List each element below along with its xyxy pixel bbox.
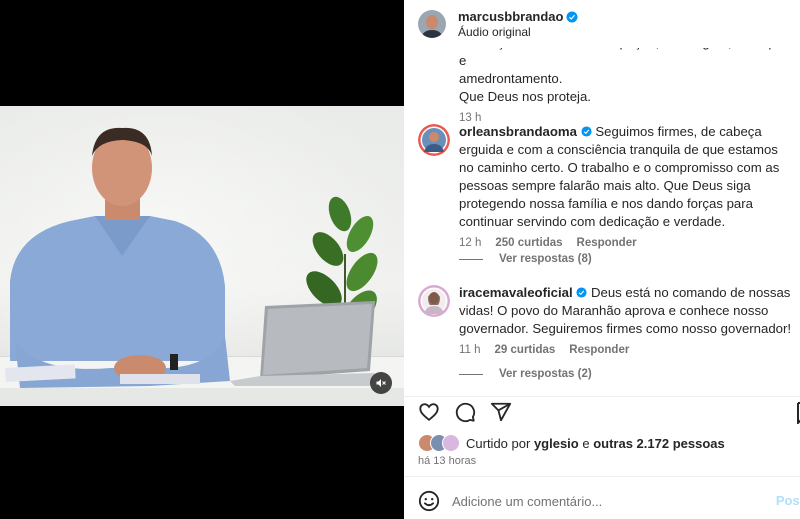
divider: [404, 476, 800, 477]
caption-continuation: JUSTIÇA não admite detur pação, chantage…: [459, 48, 789, 124]
audio-source-link[interactable]: Áudio original: [458, 25, 578, 39]
bookmark-icon[interactable]: [796, 402, 800, 424]
commenter-username[interactable]: iracemavaleoficial: [459, 285, 573, 300]
commenter-username[interactable]: orleansbrandaoma: [459, 124, 577, 139]
view-replies-button[interactable]: Ver respostas (8): [459, 253, 592, 265]
verified-badge-icon: [576, 287, 587, 298]
comment-item: iracemavaleoficial Deus está no comando …: [418, 284, 794, 356]
comment-text: iracemavaleoficial Deus está no comando …: [459, 284, 794, 338]
comments-list[interactable]: JUSTIÇA não admite detur pação, chantage…: [404, 48, 800, 396]
liked-by-prefix: Curtido por: [466, 435, 531, 451]
smiley-icon[interactable]: [418, 490, 440, 512]
add-comment-bar: Post: [418, 488, 800, 514]
media-viewer: [0, 0, 404, 519]
verified-badge-icon: [566, 11, 578, 22]
comment-text: orleansbrandaoma Seguimos firmes, de cab…: [459, 123, 794, 231]
reply-button[interactable]: Responder: [569, 344, 629, 356]
post-timestamp[interactable]: há 13 horas: [418, 455, 476, 467]
caption-line: JUSTIÇA não admite detur pação, chantage…: [459, 48, 786, 68]
post-actions: [418, 400, 798, 424]
author-avatar-image: [418, 10, 446, 38]
comment-item: orleansbrandaoma Seguimos firmes, de cab…: [418, 123, 794, 249]
view-replies-label[interactable]: Ver respostas (8): [499, 253, 592, 265]
comment-likes-count[interactable]: 29 curtidas: [495, 344, 556, 356]
commenter-avatar-image: [418, 124, 450, 156]
speaker-muted-icon: [376, 379, 386, 387]
author-username-text[interactable]: marcusbbrandao: [458, 9, 563, 24]
comment-time: 12 h: [459, 237, 482, 249]
divider: [404, 396, 800, 397]
liked-by-avatars[interactable]: [418, 434, 460, 452]
mute-toggle-button[interactable]: [370, 372, 392, 394]
replies-line: [459, 258, 483, 260]
verified-badge-icon: [581, 126, 592, 137]
commenter-avatar[interactable]: [418, 124, 450, 156]
video-player[interactable]: [0, 106, 404, 406]
heart-icon[interactable]: [418, 401, 440, 423]
comment-likes-count[interactable]: 250 curtidas: [495, 237, 562, 249]
commenter-avatar-image: [418, 285, 450, 317]
replies-line: [459, 373, 483, 375]
likes-summary: Curtido por yglesio e outras 2.172 pesso…: [418, 434, 725, 452]
post-header: marcusbbrandao Áudio original: [404, 0, 800, 48]
author-username[interactable]: marcusbbrandao: [458, 9, 578, 24]
commenter-avatar[interactable]: [418, 285, 450, 317]
laptop-image: [230, 301, 375, 386]
author-avatar[interactable]: [418, 10, 446, 38]
liked-by-conjunction: e: [582, 435, 590, 451]
liked-by-others[interactable]: outras 2.172 pessoas: [593, 436, 725, 451]
speaker-person-image: [5, 127, 230, 406]
comment-body: Seguimos firmes, de cabeça erguida e com…: [459, 124, 780, 229]
caption-line: Que Deus nos proteja.: [459, 89, 591, 104]
reply-button[interactable]: Responder: [577, 237, 637, 249]
paper-plane-icon[interactable]: [490, 401, 512, 423]
comment-input[interactable]: [452, 493, 752, 509]
liker-avatar: [442, 434, 460, 452]
view-replies-label[interactable]: Ver respostas (2): [499, 368, 592, 380]
view-replies-button[interactable]: Ver respostas (2): [459, 368, 592, 380]
liked-by-user[interactable]: yglesio: [534, 436, 579, 451]
comment-time: 11 h: [459, 344, 481, 356]
post-sidebar: marcusbbrandao Áudio original JUSTIÇA nã…: [404, 0, 800, 519]
speech-bubble-icon[interactable]: [454, 401, 476, 423]
post-comment-button[interactable]: Post: [776, 493, 800, 508]
caption-line: amedrontamento.: [459, 71, 563, 86]
